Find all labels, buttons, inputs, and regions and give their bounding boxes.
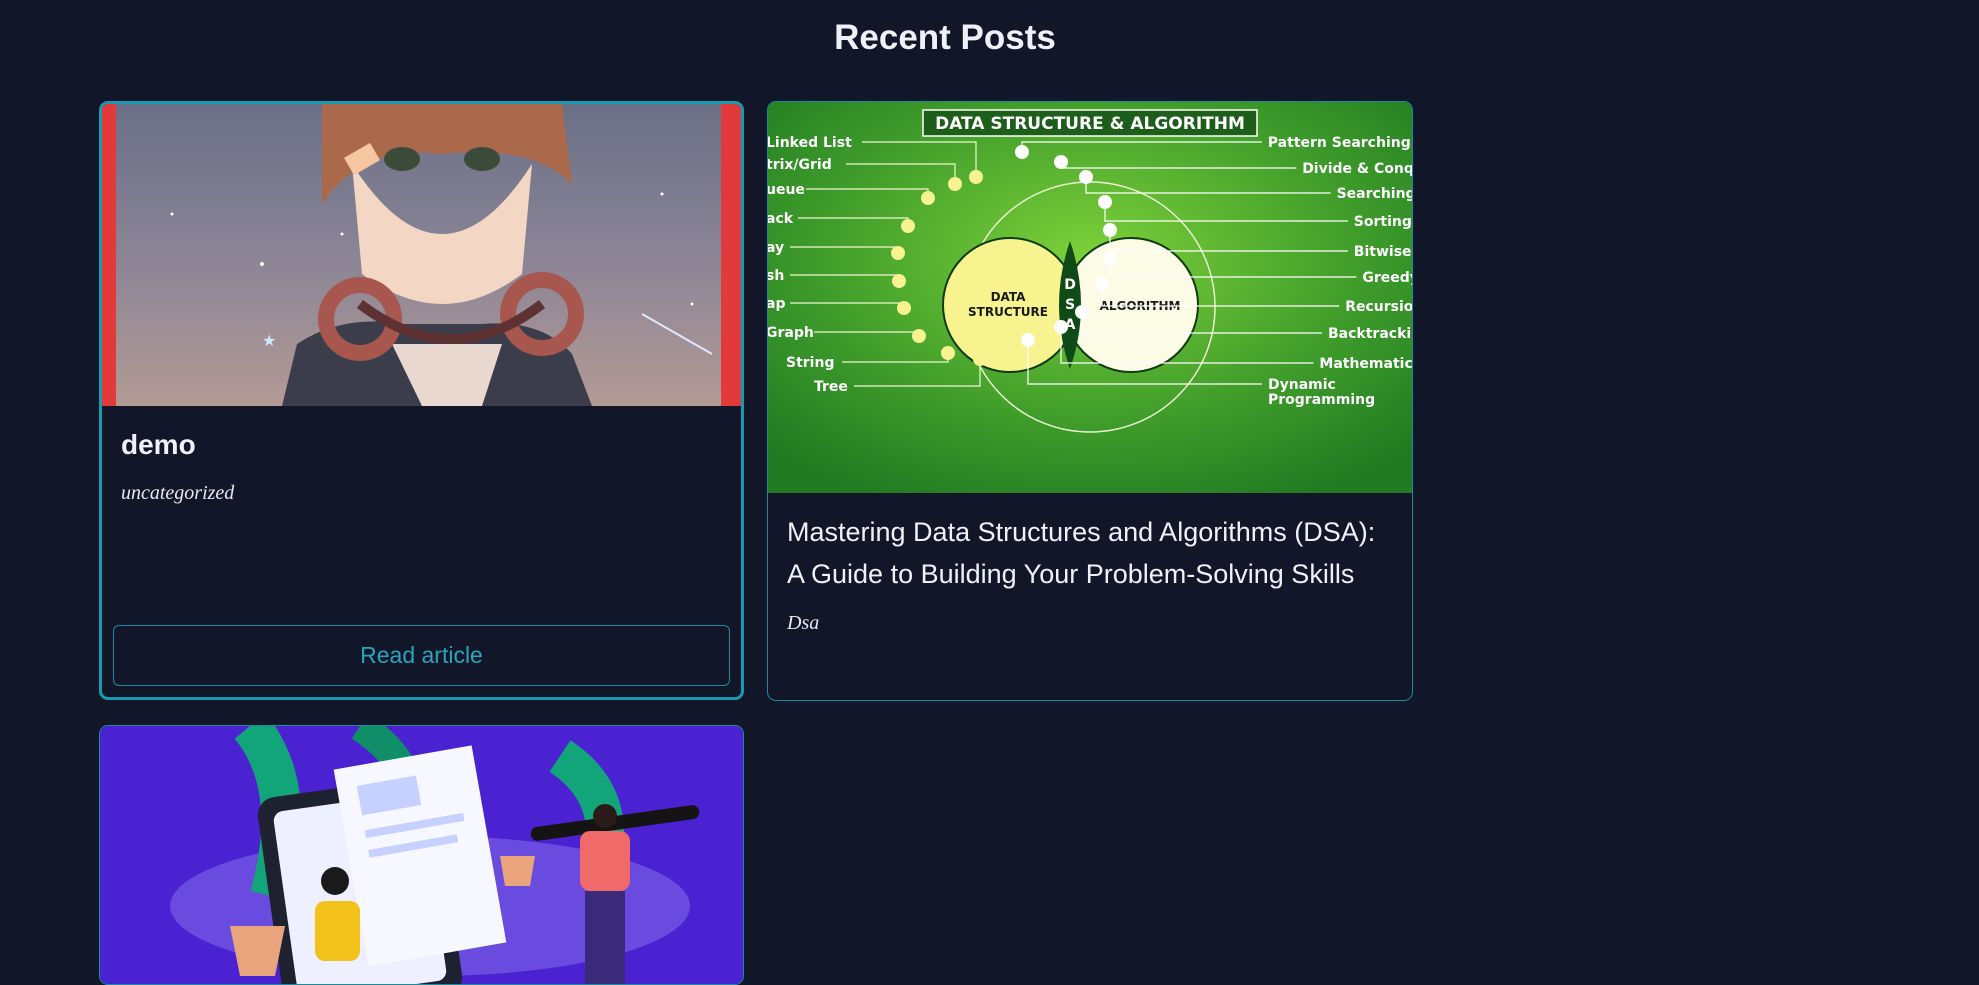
svg-text:STRUCTURE: STRUCTURE	[968, 305, 1048, 319]
read-article-button[interactable]: Read article	[113, 625, 730, 686]
infographic-right-label: Recursio	[1345, 299, 1412, 315]
infographic-left-label: Tree	[814, 379, 848, 395]
infographic-right-label: Greedy	[1362, 270, 1412, 286]
infographic-dot	[1054, 155, 1068, 169]
infographic-dot	[1015, 145, 1029, 159]
post-thumbnail[interactable]	[100, 726, 743, 984]
infographic-left-label: ueue	[768, 182, 805, 198]
infographic-left-label: ap	[768, 296, 785, 312]
post-card-third[interactable]	[99, 725, 744, 985]
infographic-right-label: Sorting	[1354, 214, 1412, 230]
infographic-dot	[948, 177, 962, 191]
post-title[interactable]: demo	[121, 424, 196, 466]
svg-text:S: S	[1065, 297, 1075, 313]
infographic-dot	[1079, 170, 1093, 184]
infographic-dot	[1054, 320, 1068, 334]
infographic-dot	[892, 274, 906, 288]
infographic-left-label: sh	[768, 268, 784, 284]
infographic-right-label: Bitwise	[1354, 244, 1412, 260]
infographic-right-label: Searching	[1337, 186, 1412, 202]
post-title-line-1[interactable]: Mastering Data Structures and Algorithms…	[787, 511, 1375, 553]
infographic-dot	[1103, 223, 1117, 237]
infographic-left-label: String	[786, 355, 834, 371]
post-card-dsa[interactable]: DATA STRUCTURE & ALGORITHM DATA STRUCTUR…	[767, 101, 1413, 701]
infographic-left-label: ack	[768, 211, 794, 227]
anime-character-image: ★	[102, 104, 741, 406]
svg-text:★: ★	[262, 331, 276, 350]
infographic-dot	[912, 329, 926, 343]
infographic-dot	[969, 170, 983, 184]
svg-text:DATA: DATA	[991, 290, 1027, 304]
post-category: Dsa	[787, 612, 820, 634]
section-title: Recent Posts	[834, 18, 1056, 57]
infographic-banner: DATA STRUCTURE & ALGORITHM	[935, 114, 1245, 134]
infographic-left-label: Graph	[768, 325, 814, 341]
infographic-dot	[891, 246, 905, 260]
post-category: uncategorized	[121, 482, 235, 504]
dsa-infographic-image: DATA STRUCTURE & ALGORITHM DATA STRUCTUR…	[768, 102, 1412, 493]
infographic-dot	[941, 346, 955, 360]
svg-text:D: D	[1064, 277, 1076, 293]
infographic-dot	[901, 219, 915, 233]
infographic-left-label: ay	[768, 240, 784, 256]
infographic-right-label: Divide & Conq	[1302, 161, 1412, 177]
post-thumbnail[interactable]: DATA STRUCTURE & ALGORITHM DATA STRUCTUR…	[768, 102, 1412, 493]
infographic-right-label: Backtracki	[1328, 326, 1411, 342]
infographic-dot	[921, 191, 935, 205]
post-thumbnail[interactable]: ★	[102, 104, 741, 406]
infographic-left-label: Linked List	[768, 135, 852, 151]
infographic-right-label: Mathematica	[1319, 356, 1412, 372]
post-title-line-2[interactable]: A Guide to Building Your Problem-Solving…	[787, 553, 1354, 595]
infographic-dot	[1103, 251, 1117, 265]
infographic-dot	[1021, 333, 1035, 347]
infographic-left-label: trix/Grid	[768, 157, 832, 173]
infographic-dot	[897, 301, 911, 315]
infographic-right-label: Pattern Searching	[1268, 135, 1411, 151]
infographic-dot	[1098, 195, 1112, 209]
infographic-dot	[973, 352, 987, 366]
post-card-demo[interactable]: ★ demo uncategorized Read article	[99, 101, 744, 700]
documents-illustration-image	[100, 726, 743, 984]
infographic-dot	[1095, 277, 1109, 291]
infographic-dot	[1075, 305, 1089, 319]
infographic-right-label: Programming	[1268, 392, 1375, 408]
infographic-right-label: Dynamic	[1268, 377, 1336, 393]
